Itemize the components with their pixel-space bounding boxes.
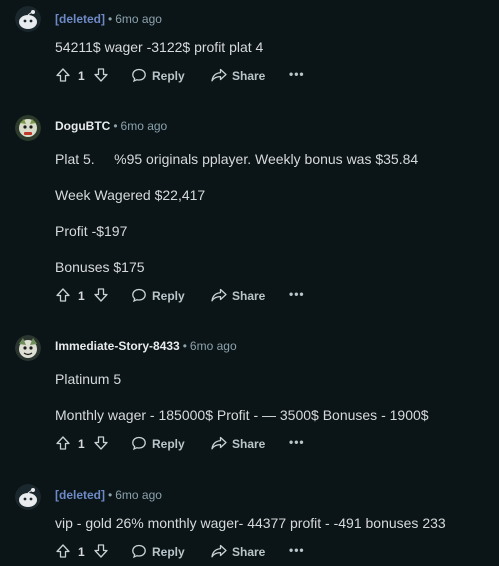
comment-body-line: Bonuses $175 bbox=[55, 259, 145, 275]
vote-count: 1 bbox=[78, 437, 85, 451]
comment-meta: [deleted] • 6mo ago bbox=[55, 11, 162, 27]
share-icon[interactable] bbox=[210, 67, 228, 83]
comment-timestamp[interactable]: 6mo ago bbox=[115, 12, 162, 26]
comment-body-line: Profit -$197 bbox=[55, 223, 128, 239]
share-button[interactable]: Share bbox=[232, 545, 265, 559]
reply-icon[interactable] bbox=[131, 287, 147, 303]
reddit-snoo-avatar[interactable] bbox=[15, 484, 41, 510]
comment-author[interactable]: DoguBTC bbox=[55, 119, 110, 133]
reply-icon[interactable] bbox=[131, 435, 147, 451]
more-icon[interactable]: ••• bbox=[289, 435, 305, 449]
downvote-icon[interactable] bbox=[93, 543, 109, 559]
share-icon[interactable] bbox=[210, 543, 228, 559]
more-icon[interactable]: ••• bbox=[289, 67, 305, 81]
meta-separator: • bbox=[182, 339, 187, 353]
share-button[interactable]: Share bbox=[232, 437, 265, 451]
meta-separator: • bbox=[108, 488, 113, 502]
user-avatar[interactable] bbox=[15, 335, 41, 361]
reddit-snoo-avatar[interactable] bbox=[15, 6, 41, 32]
upvote-icon[interactable] bbox=[55, 67, 71, 83]
upvote-icon[interactable] bbox=[55, 435, 71, 451]
more-icon[interactable]: ••• bbox=[289, 543, 305, 557]
upvote-icon[interactable] bbox=[55, 543, 71, 559]
meta-separator: • bbox=[108, 12, 113, 26]
comment-body-line: Week Wagered $22,417 bbox=[55, 187, 206, 203]
more-icon[interactable]: ••• bbox=[289, 287, 305, 301]
comment-body-line: Platinum 5 bbox=[55, 371, 122, 387]
downvote-icon[interactable] bbox=[93, 435, 109, 451]
comment-timestamp[interactable]: 6mo ago bbox=[115, 488, 162, 502]
comment-timestamp[interactable]: 6mo ago bbox=[190, 339, 237, 353]
vote-count: 1 bbox=[78, 289, 85, 303]
reply-button[interactable]: Reply bbox=[152, 289, 185, 303]
share-icon[interactable] bbox=[210, 435, 228, 451]
reply-icon[interactable] bbox=[131, 543, 147, 559]
user-avatar[interactable] bbox=[15, 115, 41, 141]
comment-body-line: Plat 5. %95 originals pplayer. Weekly bo… bbox=[55, 151, 419, 167]
reply-button[interactable]: Reply bbox=[152, 69, 185, 83]
comment-timestamp[interactable]: 6mo ago bbox=[121, 119, 168, 133]
share-button[interactable]: Share bbox=[232, 69, 265, 83]
reply-button[interactable]: Reply bbox=[152, 437, 185, 451]
comment-author[interactable]: [deleted] bbox=[55, 12, 105, 26]
comment-body-line: Monthly wager - 185000$ Profit - — 3500$… bbox=[55, 407, 429, 423]
comment-body-line: 54211$ wager -3122$ profit plat 4 bbox=[55, 39, 264, 55]
downvote-icon[interactable] bbox=[93, 287, 109, 303]
reply-button[interactable]: Reply bbox=[152, 545, 185, 559]
vote-count: 1 bbox=[78, 545, 85, 559]
comment-author[interactable]: Immediate-Story-8433 bbox=[55, 339, 180, 353]
upvote-icon[interactable] bbox=[55, 287, 71, 303]
comment-body-line: vip - gold 26% monthly wager- 44377 prof… bbox=[55, 515, 446, 531]
comment-meta: DoguBTC • 6mo ago bbox=[55, 118, 167, 134]
downvote-icon[interactable] bbox=[93, 67, 109, 83]
comment-author[interactable]: [deleted] bbox=[55, 488, 105, 502]
share-button[interactable]: Share bbox=[232, 289, 265, 303]
vote-count: 1 bbox=[78, 69, 85, 83]
reply-icon[interactable] bbox=[131, 67, 147, 83]
comment-meta: Immediate-Story-8433 • 6mo ago bbox=[55, 338, 237, 354]
share-icon[interactable] bbox=[210, 287, 228, 303]
comment-meta: [deleted] • 6mo ago bbox=[55, 487, 162, 503]
meta-separator: • bbox=[113, 119, 118, 133]
